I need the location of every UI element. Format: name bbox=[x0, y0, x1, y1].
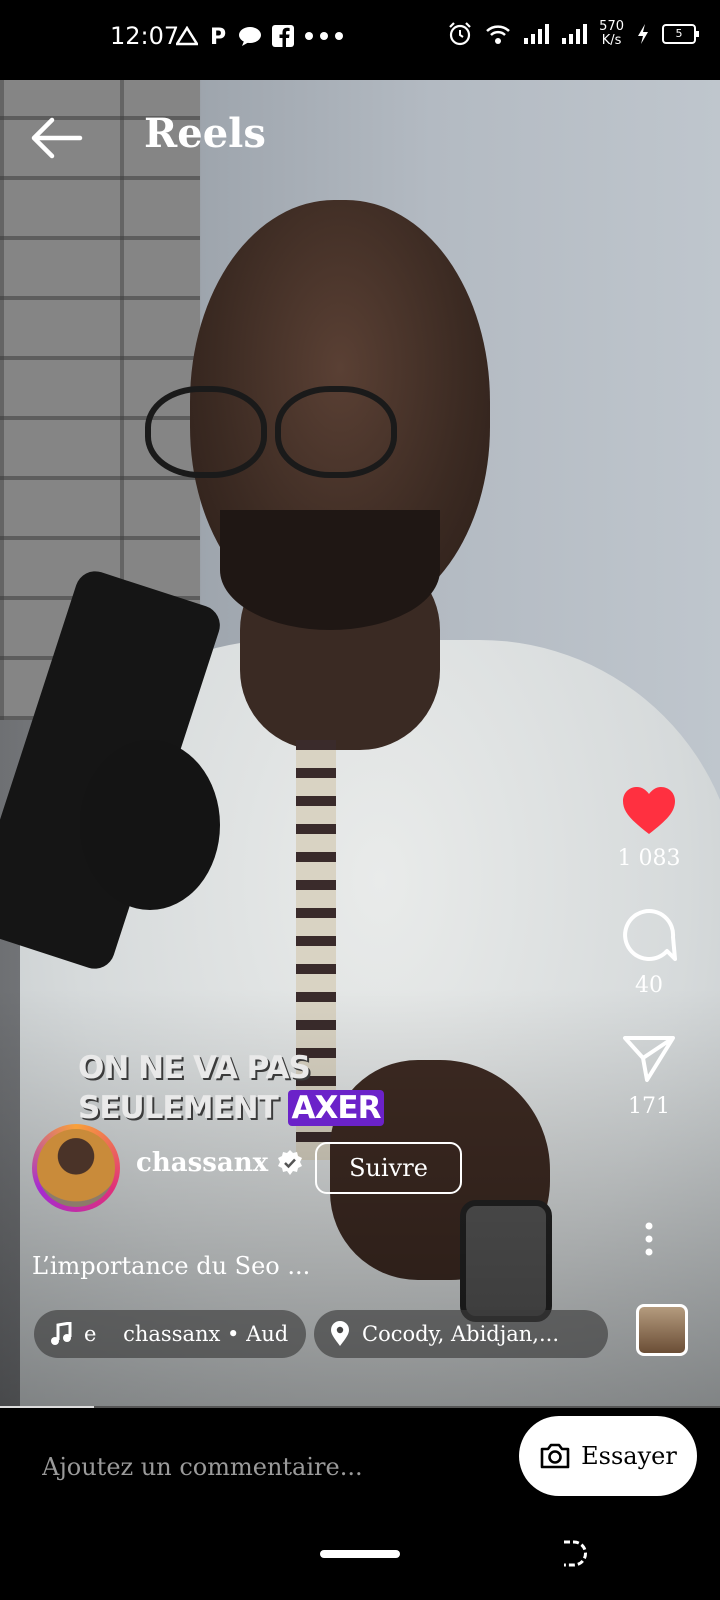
status-bar: 12:07 P 570 K/s 5 bbox=[0, 0, 720, 80]
audio-thumbnail[interactable] bbox=[636, 1304, 688, 1356]
glasses-lens-right bbox=[275, 386, 397, 478]
status-time: 12:07 bbox=[110, 22, 180, 50]
beard bbox=[220, 510, 440, 630]
camera-icon bbox=[540, 1443, 570, 1469]
share-count: 171 bbox=[628, 1094, 670, 1119]
comment-bar: Essayer bbox=[0, 1408, 720, 1528]
status-right: 570 K/s 5 bbox=[447, 20, 699, 48]
location-pin-icon bbox=[331, 1321, 349, 1346]
more-notifications-icon bbox=[305, 32, 343, 40]
system-nav-bar bbox=[0, 1528, 720, 1600]
author-username[interactable]: chassanx bbox=[136, 1148, 268, 1178]
verified-badge-icon bbox=[278, 1150, 303, 1175]
author-avatar-ring[interactable] bbox=[32, 1124, 120, 1212]
send-icon[interactable] bbox=[621, 1034, 677, 1084]
reel-video[interactable] bbox=[0, 80, 720, 1408]
net-speed-unit: K/s bbox=[601, 33, 622, 48]
share-action[interactable]: 171 bbox=[604, 1034, 694, 1119]
back-gesture-icon[interactable] bbox=[558, 1538, 588, 1570]
reel-description[interactable]: L’importance du Seo ... bbox=[32, 1252, 310, 1280]
try-camera-button[interactable]: Essayer bbox=[519, 1416, 697, 1496]
page-title: Reels bbox=[144, 110, 266, 157]
svg-text:P: P bbox=[210, 25, 226, 48]
try-label: Essayer bbox=[581, 1442, 677, 1470]
video-caption: ON NE VA PAS SEULEMENT AXER bbox=[78, 1048, 385, 1128]
music-note-icon bbox=[51, 1322, 72, 1345]
wifi-icon bbox=[486, 25, 511, 44]
audio-label: e chassanx • Aud bbox=[84, 1322, 289, 1346]
more-options-icon[interactable] bbox=[644, 1222, 654, 1256]
caption-highlight: AXER bbox=[287, 1090, 385, 1126]
alarm-icon bbox=[449, 22, 471, 46]
back-arrow-icon[interactable] bbox=[30, 116, 84, 160]
location-chip[interactable]: Cocody, Abidjan,... bbox=[314, 1310, 608, 1358]
microphone bbox=[80, 740, 220, 910]
signal-icon-2 bbox=[562, 24, 588, 44]
heart-icon[interactable] bbox=[621, 786, 677, 836]
warning-icon bbox=[176, 26, 198, 46]
signal-icon-1 bbox=[524, 24, 550, 44]
caption-line-2: SEULEMENT AXER bbox=[78, 1088, 385, 1128]
net-speed: 570 K/s bbox=[599, 20, 624, 48]
chat-icon bbox=[239, 27, 261, 46]
glasses-lens-left bbox=[145, 386, 267, 478]
comment-icon[interactable] bbox=[621, 907, 677, 963]
home-indicator[interactable] bbox=[320, 1550, 400, 1558]
facebook-icon bbox=[272, 25, 294, 47]
like-count: 1 083 bbox=[617, 846, 681, 871]
author-row[interactable]: chassanx bbox=[136, 1148, 304, 1178]
charging-icon bbox=[638, 24, 648, 44]
location-label: Cocody, Abidjan,... bbox=[362, 1322, 560, 1346]
battery-indicator: 5 bbox=[662, 24, 699, 44]
comment-count: 40 bbox=[635, 973, 663, 998]
reel-actions: 1 083 40 171 bbox=[604, 786, 694, 1139]
comment-input[interactable] bbox=[40, 1452, 484, 1482]
comment-action[interactable]: 40 bbox=[604, 907, 694, 998]
caption-line-1: ON NE VA PAS bbox=[78, 1050, 311, 1086]
author-avatar[interactable] bbox=[37, 1129, 115, 1207]
like-action[interactable]: 1 083 bbox=[604, 786, 694, 871]
audio-chip[interactable]: e chassanx • Aud bbox=[34, 1310, 306, 1358]
caption-line-2-text: SEULEMENT bbox=[78, 1090, 279, 1126]
follow-button[interactable]: Suivre bbox=[315, 1142, 462, 1194]
p-app-icon: P bbox=[210, 25, 226, 48]
glasses bbox=[135, 380, 475, 478]
notification-icons: P bbox=[176, 24, 344, 48]
net-speed-value: 570 bbox=[599, 19, 624, 34]
